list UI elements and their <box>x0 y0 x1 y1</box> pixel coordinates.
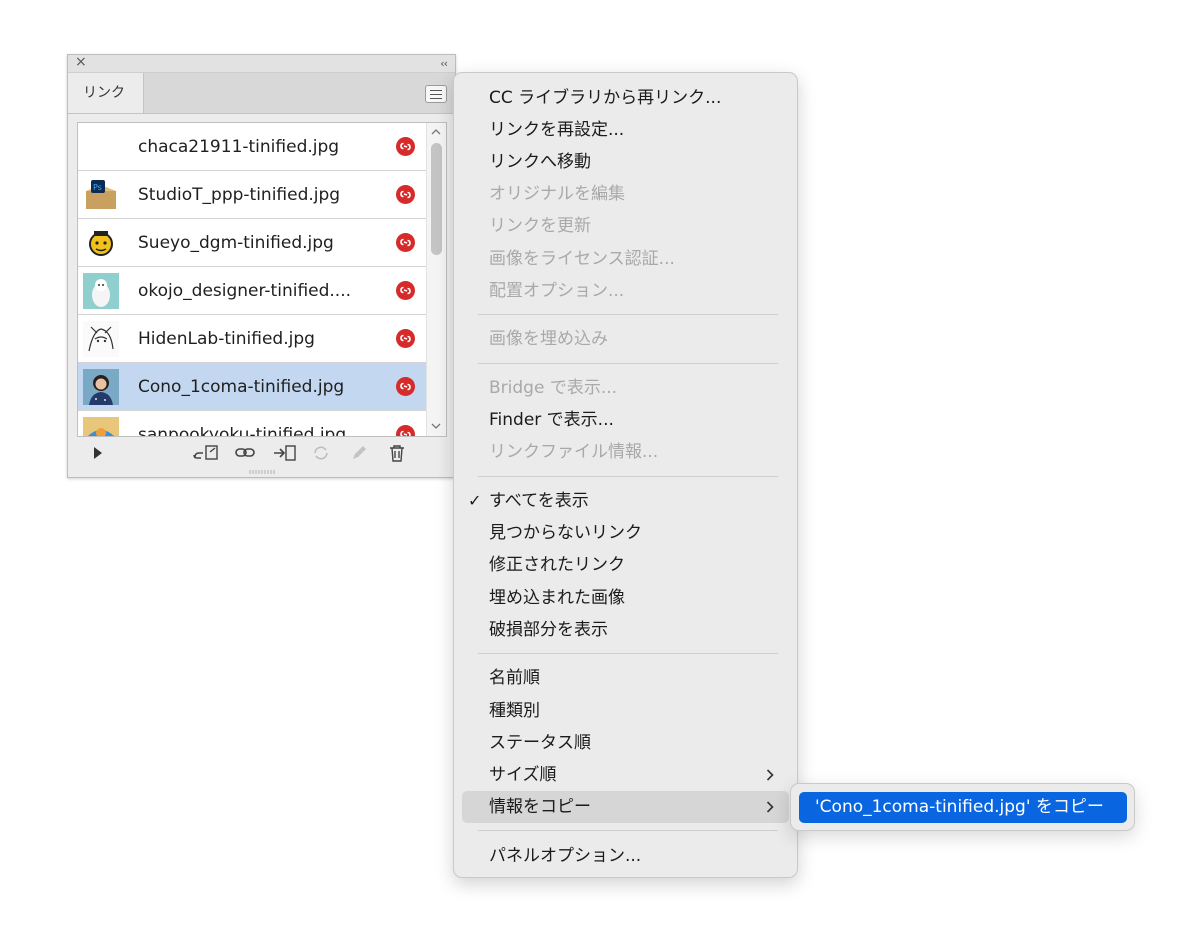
menu-item-goto-link[interactable]: リンクへ移動 <box>462 146 789 178</box>
scroll-down-icon[interactable] <box>431 421 441 431</box>
menu-item-edit-original: オリジナルを編集 <box>489 184 625 204</box>
list-item[interactable]: Sueyo_dgm-tinified.jpg <box>78 219 428 267</box>
missing-link-icon <box>396 425 415 436</box>
links-panel: × ‹‹ リンク chaca21911-tinified.jpg Ps Stud… <box>67 54 456 478</box>
svg-text:Ps: Ps <box>93 183 102 192</box>
close-icon[interactable]: × <box>75 54 87 71</box>
menu-item-sort-name[interactable]: 名前順 <box>462 662 789 694</box>
scroll-up-icon[interactable] <box>431 127 441 137</box>
menu-item-embed-image: 画像を埋め込み <box>489 329 608 349</box>
menu-item-copy-info[interactable]: 情報をコピー <box>462 791 789 823</box>
menu-item-missing-links[interactable]: 見つからないリンク <box>462 517 789 549</box>
menu-item-link-file-info: リンクファイル情報... <box>489 442 659 462</box>
file-name: StudioT_ppp-tinified.jpg <box>138 185 341 205</box>
play-icon[interactable] <box>88 443 110 463</box>
menu-item-relink-cc[interactable]: CC ライブラリから再リンク... <box>462 82 789 114</box>
list-item-selected[interactable]: Cono_1coma-tinified.jpg <box>78 363 428 411</box>
thumbnail <box>83 321 119 357</box>
menu-item-reveal-finder[interactable]: Finder で表示... <box>462 404 789 436</box>
file-name: chaca21911-tinified.jpg <box>138 137 340 157</box>
edit-original-icon <box>353 446 366 459</box>
resize-grip-icon[interactable] <box>248 469 276 475</box>
menu-item-show-all[interactable]: ✓ すべてを表示 <box>462 485 789 517</box>
menu-item-license-image: 画像をライセンス認証... <box>489 249 675 269</box>
thumbnail <box>83 273 119 309</box>
panel-tab-bar: リンク <box>68 73 455 114</box>
links-list: chaca21911-tinified.jpg Ps StudioT_ppp-t… <box>77 122 447 437</box>
menu-item-reveal-bridge: Bridge で表示... <box>489 378 618 398</box>
thumbnail <box>83 225 119 261</box>
menu-item-panel-options[interactable]: パネルオプション... <box>462 840 789 872</box>
file-name: HidenLab-tinified.jpg <box>138 329 315 349</box>
missing-link-icon <box>396 137 415 156</box>
missing-link-icon <box>396 377 415 396</box>
menu-item-sort-status[interactable]: ステータス順 <box>462 727 789 759</box>
scrollbar-thumb[interactable] <box>431 143 442 255</box>
thumbnail <box>83 417 119 436</box>
panel-footer-toolbar <box>68 439 455 467</box>
trash-icon[interactable] <box>386 443 408 463</box>
chevron-right-icon <box>766 769 774 781</box>
missing-link-icon <box>396 185 415 204</box>
menu-item-sort-type[interactable]: 種類別 <box>462 695 789 727</box>
panel-context-menu: CC ライブラリから再リンク... リンクを再設定... リンクへ移動 オリジナ… <box>453 72 798 878</box>
missing-link-icon <box>396 233 415 252</box>
menu-separator <box>478 363 778 364</box>
menu-separator <box>478 476 778 477</box>
menu-item-show-broken[interactable]: 破損部分を表示 <box>462 614 789 646</box>
missing-link-icon <box>396 281 415 300</box>
missing-link-icon <box>396 329 415 348</box>
collapse-panel-icon[interactable]: ‹‹ <box>440 55 448 72</box>
menu-item-modified-links[interactable]: 修正されたリンク <box>462 549 789 581</box>
chevron-right-icon <box>766 801 774 813</box>
menu-item-sort-size[interactable]: サイズ順 <box>462 759 789 791</box>
list-item[interactable]: sanpookyoku-tinified.jpg <box>78 411 428 437</box>
goto-link-icon[interactable] <box>272 443 298 463</box>
menu-separator <box>478 314 778 315</box>
submenu-item-copy-filename[interactable]: 'Cono_1coma-tinified.jpg' をコピー <box>799 792 1127 823</box>
menu-item-update-link: リンクを更新 <box>489 216 591 236</box>
copy-info-submenu: 'Cono_1coma-tinified.jpg' をコピー <box>790 783 1135 831</box>
list-item[interactable]: HidenLab-tinified.jpg <box>78 315 428 363</box>
list-item[interactable]: Ps StudioT_ppp-tinified.jpg <box>78 171 428 219</box>
file-name: Cono_1coma-tinified.jpg <box>138 377 345 397</box>
relink-cc-icon[interactable] <box>192 443 222 463</box>
menu-item-embedded-images[interactable]: 埋め込まれた画像 <box>462 582 789 614</box>
list-item[interactable]: chaca21911-tinified.jpg <box>78 123 428 171</box>
panel-title-bar: × ‹‹ <box>68 54 455 73</box>
file-name: Sueyo_dgm-tinified.jpg <box>138 233 334 253</box>
thumbnail <box>83 129 119 165</box>
menu-item-relink[interactable]: リンクを再設定... <box>462 114 789 146</box>
file-name: sanpookyoku-tinified.jpg <box>138 425 347 437</box>
update-link-icon <box>314 446 328 460</box>
panel-menu-button[interactable] <box>425 85 447 103</box>
thumbnail: Ps <box>83 177 119 213</box>
list-scrollbar[interactable] <box>426 123 446 436</box>
menu-separator <box>478 830 778 831</box>
list-item[interactable]: okojo_designer-tinified.... <box>78 267 428 315</box>
menu-item-place-options: 配置オプション... <box>489 281 625 301</box>
menu-separator <box>478 653 778 654</box>
file-name: okojo_designer-tinified.... <box>138 281 352 301</box>
tab-links[interactable]: リンク <box>68 73 144 113</box>
hamburger-icon <box>430 90 442 91</box>
checkmark-icon: ✓ <box>468 491 482 510</box>
link-icon[interactable] <box>234 443 256 463</box>
thumbnail <box>83 369 119 405</box>
